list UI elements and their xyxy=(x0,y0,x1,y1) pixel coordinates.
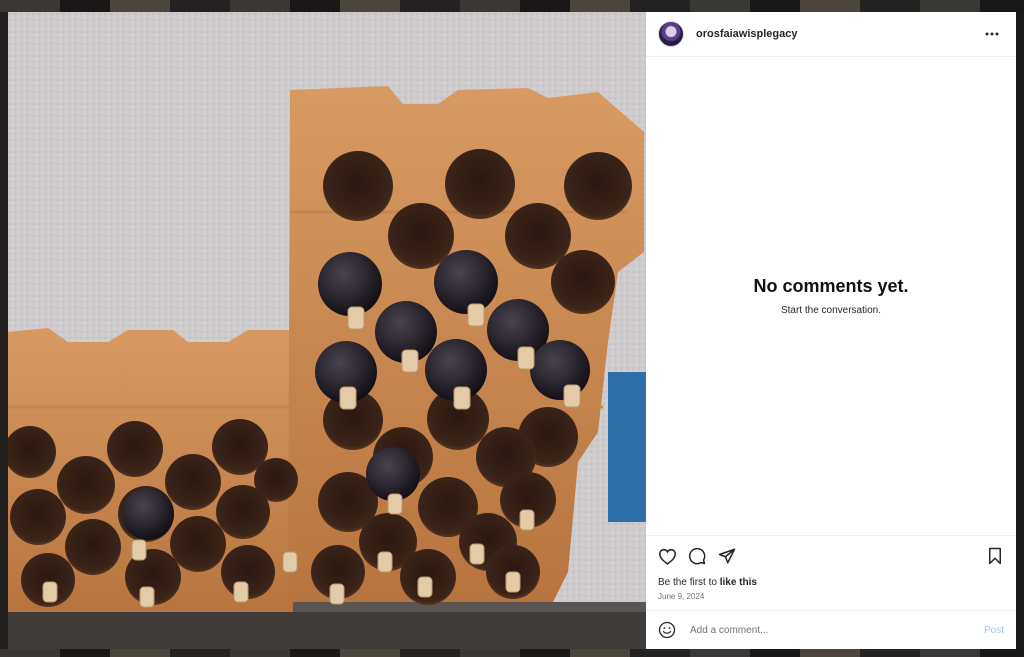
avatar[interactable] xyxy=(658,21,684,47)
share-icon[interactable] xyxy=(716,545,738,567)
empty-comments-subtitle: Start the conversation. xyxy=(780,305,882,316)
post-side-panel: orosfaiawisplegacy No comments yet. Star… xyxy=(646,12,1016,649)
action-bar xyxy=(646,535,1016,576)
post-image xyxy=(8,12,646,649)
comments-area: No comments yet. Start the conversation. xyxy=(646,57,1016,535)
comment-input[interactable] xyxy=(688,623,984,637)
post-header: orosfaiawisplegacy xyxy=(646,12,1016,57)
bookmark-icon[interactable] xyxy=(984,545,1006,567)
wine-rack-photo xyxy=(8,12,646,649)
likes-line: Be the first to like this xyxy=(646,576,1016,590)
like-this-link[interactable]: like this xyxy=(720,577,757,588)
post-date: June 9, 2024 xyxy=(658,592,705,601)
feed-thumbnails-bottom xyxy=(0,649,1024,657)
username[interactable]: orosfaiawisplegacy xyxy=(696,28,980,40)
empty-comments-title: No comments yet. xyxy=(753,276,909,296)
comment-composer: Post xyxy=(646,610,1016,649)
post-modal: orosfaiawisplegacy No comments yet. Star… xyxy=(8,12,1016,649)
more-icon[interactable] xyxy=(980,22,1004,46)
post-button[interactable]: Post xyxy=(984,625,1004,636)
feed-thumbnails-top xyxy=(0,0,1024,12)
comment-icon[interactable] xyxy=(686,545,708,567)
likes-prefix: Be the first to xyxy=(658,577,720,588)
heart-icon[interactable] xyxy=(656,545,678,567)
emoji-icon[interactable] xyxy=(658,621,676,639)
